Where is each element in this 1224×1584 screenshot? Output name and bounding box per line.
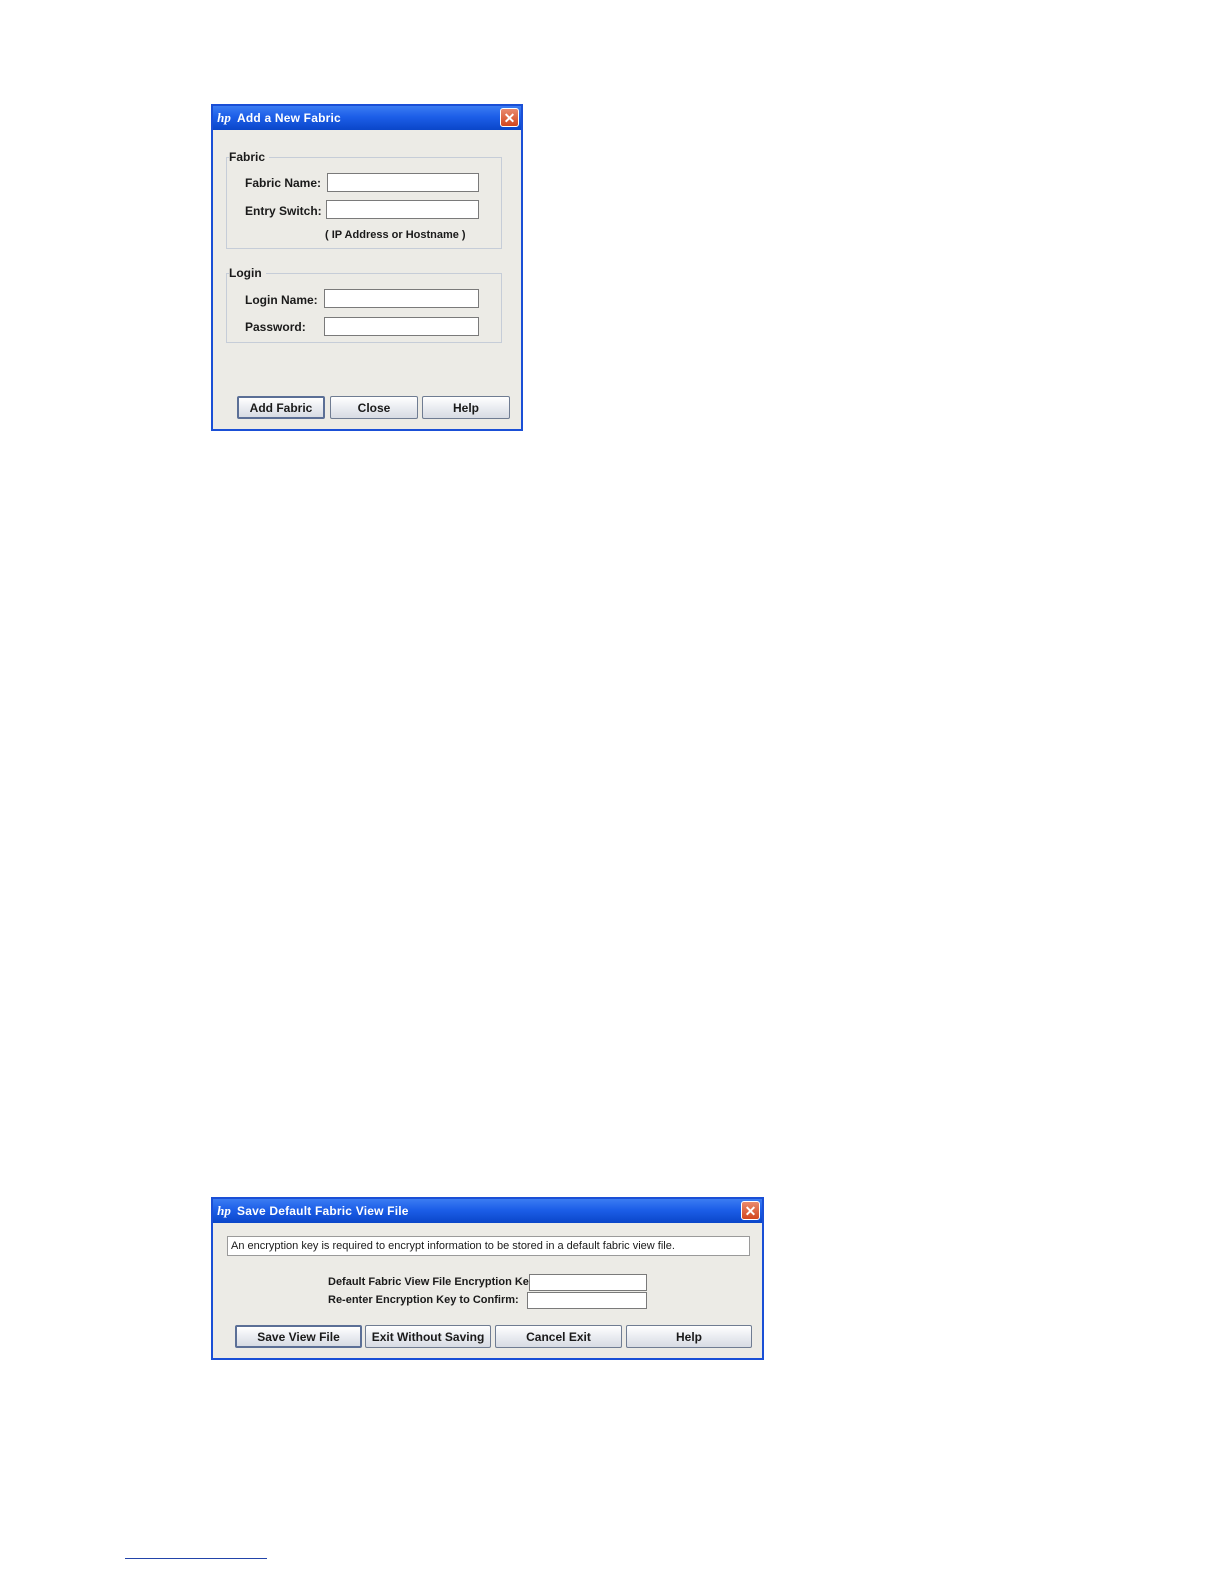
hp-logo-icon: hp [217,1203,231,1218]
encryption-key-label: Default Fabric View File Encryption Key: [328,1276,539,1288]
fabric-name-label: Fabric Name: [245,176,322,190]
encryption-key-input[interactable] [529,1274,647,1291]
cancel-exit-button[interactable]: Cancel Exit [495,1325,622,1348]
confirm-key-label: Re-enter Encryption Key to Confirm: [328,1294,519,1306]
login-group-legend: Login [229,266,266,280]
add-fabric-dialog: hp Add a New Fabric ✕ Fabric Fabric Name… [211,104,523,431]
save-view-titlebar[interactable]: hp Save Default Fabric View File ✕ [213,1199,762,1223]
help-button[interactable]: Help [626,1325,752,1348]
entry-switch-input[interactable] [326,200,479,219]
close-icon[interactable]: ✕ [741,1201,760,1220]
entry-switch-hint: ( IP Address or Hostname ) [325,229,466,241]
password-input[interactable] [324,317,479,336]
add-fabric-titlebar[interactable]: hp Add a New Fabric ✕ [213,106,521,130]
save-view-dialog: hp Save Default Fabric View File ✕ An en… [211,1197,764,1360]
add-fabric-title: Add a New Fabric [237,111,341,125]
password-label: Password: [245,320,306,334]
hp-logo-icon: hp [217,110,231,125]
save-view-title: Save Default Fabric View File [237,1204,409,1218]
fabric-group-legend: Fabric [229,150,270,164]
login-name-label: Login Name: [245,293,318,307]
help-button[interactable]: Help [422,396,510,419]
close-icon[interactable]: ✕ [500,108,519,127]
exit-without-saving-button[interactable]: Exit Without Saving [365,1325,491,1348]
entry-switch-label: Entry Switch: [245,204,322,218]
encryption-message: An encryption key is required to encrypt… [227,1236,750,1256]
footnote-divider [125,1558,267,1559]
add-fabric-button[interactable]: Add Fabric [237,396,325,419]
fabric-name-input[interactable] [327,173,479,192]
close-button[interactable]: Close [330,396,418,419]
login-name-input[interactable] [324,289,479,308]
confirm-key-input[interactable] [527,1292,647,1309]
save-view-file-button[interactable]: Save View File [235,1325,362,1348]
